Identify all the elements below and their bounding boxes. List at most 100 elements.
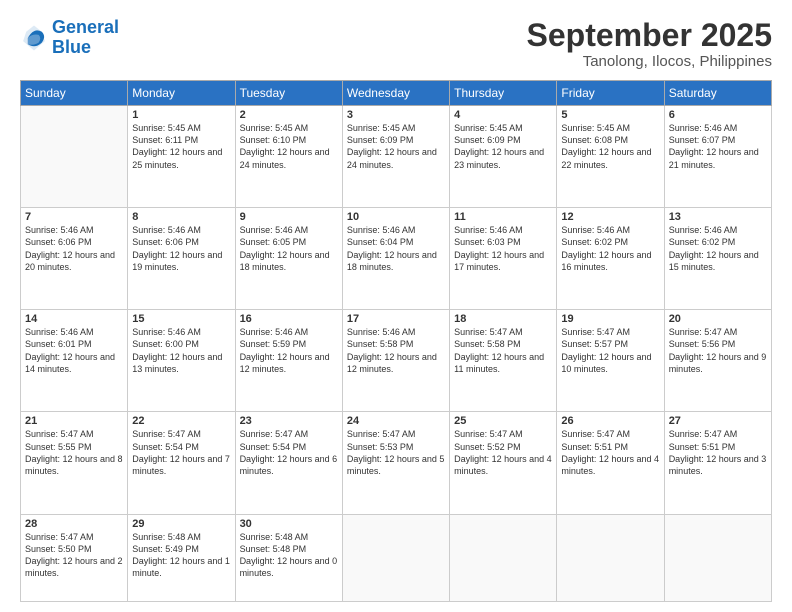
day-info: Sunrise: 5:46 AMSunset: 6:00 PMDaylight:… [132, 326, 230, 375]
day-info: Sunrise: 5:45 AMSunset: 6:10 PMDaylight:… [240, 122, 338, 171]
logo: General Blue [20, 18, 119, 58]
header-friday: Friday [557, 81, 664, 106]
day-info: Sunrise: 5:48 AMSunset: 5:48 PMDaylight:… [240, 531, 338, 580]
cell-w5-d1: 29 Sunrise: 5:48 AMSunset: 5:49 PMDaylig… [128, 514, 235, 602]
cell-w3-d2: 16 Sunrise: 5:46 AMSunset: 5:59 PMDaylig… [235, 310, 342, 412]
cell-w2-d2: 9 Sunrise: 5:46 AMSunset: 6:05 PMDayligh… [235, 208, 342, 310]
cell-w4-d5: 26 Sunrise: 5:47 AMSunset: 5:51 PMDaylig… [557, 412, 664, 514]
cell-w2-d4: 11 Sunrise: 5:46 AMSunset: 6:03 PMDaylig… [450, 208, 557, 310]
day-number: 26 [561, 415, 659, 427]
day-info: Sunrise: 5:47 AMSunset: 5:58 PMDaylight:… [454, 326, 552, 375]
week-row-4: 21 Sunrise: 5:47 AMSunset: 5:55 PMDaylig… [21, 412, 772, 514]
day-number: 11 [454, 211, 552, 223]
day-number: 13 [669, 211, 767, 223]
day-info: Sunrise: 5:46 AMSunset: 6:02 PMDaylight:… [669, 224, 767, 273]
day-number: 8 [132, 211, 230, 223]
cell-w4-d2: 23 Sunrise: 5:47 AMSunset: 5:54 PMDaylig… [235, 412, 342, 514]
day-info: Sunrise: 5:47 AMSunset: 5:53 PMDaylight:… [347, 428, 445, 477]
day-info: Sunrise: 5:47 AMSunset: 5:54 PMDaylight:… [240, 428, 338, 477]
day-info: Sunrise: 5:46 AMSunset: 6:04 PMDaylight:… [347, 224, 445, 273]
header-monday: Monday [128, 81, 235, 106]
cell-w4-d3: 24 Sunrise: 5:47 AMSunset: 5:53 PMDaylig… [342, 412, 449, 514]
logo-text: General Blue [52, 18, 119, 58]
cell-w5-d0: 28 Sunrise: 5:47 AMSunset: 5:50 PMDaylig… [21, 514, 128, 602]
day-number: 17 [347, 313, 445, 325]
day-number: 28 [25, 518, 123, 530]
day-info: Sunrise: 5:46 AMSunset: 6:06 PMDaylight:… [25, 224, 123, 273]
cell-w4-d1: 22 Sunrise: 5:47 AMSunset: 5:54 PMDaylig… [128, 412, 235, 514]
cell-w2-d6: 13 Sunrise: 5:46 AMSunset: 6:02 PMDaylig… [664, 208, 771, 310]
cell-w4-d6: 27 Sunrise: 5:47 AMSunset: 5:51 PMDaylig… [664, 412, 771, 514]
day-info: Sunrise: 5:47 AMSunset: 5:56 PMDaylight:… [669, 326, 767, 375]
day-info: Sunrise: 5:46 AMSunset: 6:05 PMDaylight:… [240, 224, 338, 273]
logo-icon [20, 24, 48, 52]
day-number: 9 [240, 211, 338, 223]
cell-w3-d6: 20 Sunrise: 5:47 AMSunset: 5:56 PMDaylig… [664, 310, 771, 412]
day-info: Sunrise: 5:46 AMSunset: 6:06 PMDaylight:… [132, 224, 230, 273]
cell-w1-d2: 2 Sunrise: 5:45 AMSunset: 6:10 PMDayligh… [235, 106, 342, 208]
cell-w5-d3 [342, 514, 449, 602]
day-number: 21 [25, 415, 123, 427]
day-number: 24 [347, 415, 445, 427]
cell-w1-d3: 3 Sunrise: 5:45 AMSunset: 6:09 PMDayligh… [342, 106, 449, 208]
cell-w1-d0 [21, 106, 128, 208]
month-title: September 2025 [527, 18, 772, 53]
day-info: Sunrise: 5:47 AMSunset: 5:51 PMDaylight:… [561, 428, 659, 477]
cell-w1-d6: 6 Sunrise: 5:46 AMSunset: 6:07 PMDayligh… [664, 106, 771, 208]
day-number: 15 [132, 313, 230, 325]
day-number: 3 [347, 109, 445, 121]
header-sunday: Sunday [21, 81, 128, 106]
cell-w1-d5: 5 Sunrise: 5:45 AMSunset: 6:08 PMDayligh… [557, 106, 664, 208]
cell-w2-d3: 10 Sunrise: 5:46 AMSunset: 6:04 PMDaylig… [342, 208, 449, 310]
day-number: 18 [454, 313, 552, 325]
day-info: Sunrise: 5:47 AMSunset: 5:57 PMDaylight:… [561, 326, 659, 375]
day-info: Sunrise: 5:46 AMSunset: 6:02 PMDaylight:… [561, 224, 659, 273]
cell-w2-d0: 7 Sunrise: 5:46 AMSunset: 6:06 PMDayligh… [21, 208, 128, 310]
day-number: 2 [240, 109, 338, 121]
cell-w2-d1: 8 Sunrise: 5:46 AMSunset: 6:06 PMDayligh… [128, 208, 235, 310]
day-number: 27 [669, 415, 767, 427]
cell-w2-d5: 12 Sunrise: 5:46 AMSunset: 6:02 PMDaylig… [557, 208, 664, 310]
day-number: 25 [454, 415, 552, 427]
day-number: 4 [454, 109, 552, 121]
cell-w5-d6 [664, 514, 771, 602]
week-row-3: 14 Sunrise: 5:46 AMSunset: 6:01 PMDaylig… [21, 310, 772, 412]
day-info: Sunrise: 5:45 AMSunset: 6:08 PMDaylight:… [561, 122, 659, 171]
day-info: Sunrise: 5:47 AMSunset: 5:55 PMDaylight:… [25, 428, 123, 477]
calendar-table: Sunday Monday Tuesday Wednesday Thursday… [20, 80, 772, 602]
header-wednesday: Wednesday [342, 81, 449, 106]
day-number: 5 [561, 109, 659, 121]
day-number: 19 [561, 313, 659, 325]
header-saturday: Saturday [664, 81, 771, 106]
day-number: 6 [669, 109, 767, 121]
cell-w3-d5: 19 Sunrise: 5:47 AMSunset: 5:57 PMDaylig… [557, 310, 664, 412]
day-info: Sunrise: 5:46 AMSunset: 6:03 PMDaylight:… [454, 224, 552, 273]
cell-w5-d2: 30 Sunrise: 5:48 AMSunset: 5:48 PMDaylig… [235, 514, 342, 602]
location-title: Tanolong, Ilocos, Philippines [527, 53, 772, 70]
day-number: 30 [240, 518, 338, 530]
week-row-5: 28 Sunrise: 5:47 AMSunset: 5:50 PMDaylig… [21, 514, 772, 602]
day-number: 16 [240, 313, 338, 325]
header: General Blue September 2025 Tanolong, Il… [20, 18, 772, 70]
cell-w4-d0: 21 Sunrise: 5:47 AMSunset: 5:55 PMDaylig… [21, 412, 128, 514]
title-block: September 2025 Tanolong, Ilocos, Philipp… [527, 18, 772, 70]
cell-w1-d1: 1 Sunrise: 5:45 AMSunset: 6:11 PMDayligh… [128, 106, 235, 208]
day-info: Sunrise: 5:45 AMSunset: 6:11 PMDaylight:… [132, 122, 230, 171]
day-number: 20 [669, 313, 767, 325]
day-number: 7 [25, 211, 123, 223]
day-info: Sunrise: 5:45 AMSunset: 6:09 PMDaylight:… [454, 122, 552, 171]
day-number: 10 [347, 211, 445, 223]
cell-w3-d0: 14 Sunrise: 5:46 AMSunset: 6:01 PMDaylig… [21, 310, 128, 412]
day-number: 29 [132, 518, 230, 530]
week-row-1: 1 Sunrise: 5:45 AMSunset: 6:11 PMDayligh… [21, 106, 772, 208]
page: General Blue September 2025 Tanolong, Il… [0, 0, 792, 612]
day-info: Sunrise: 5:47 AMSunset: 5:52 PMDaylight:… [454, 428, 552, 477]
day-number: 14 [25, 313, 123, 325]
day-number: 12 [561, 211, 659, 223]
week-row-2: 7 Sunrise: 5:46 AMSunset: 6:06 PMDayligh… [21, 208, 772, 310]
day-info: Sunrise: 5:46 AMSunset: 6:07 PMDaylight:… [669, 122, 767, 171]
day-info: Sunrise: 5:48 AMSunset: 5:49 PMDaylight:… [132, 531, 230, 580]
day-info: Sunrise: 5:46 AMSunset: 5:58 PMDaylight:… [347, 326, 445, 375]
day-info: Sunrise: 5:47 AMSunset: 5:50 PMDaylight:… [25, 531, 123, 580]
header-thursday: Thursday [450, 81, 557, 106]
